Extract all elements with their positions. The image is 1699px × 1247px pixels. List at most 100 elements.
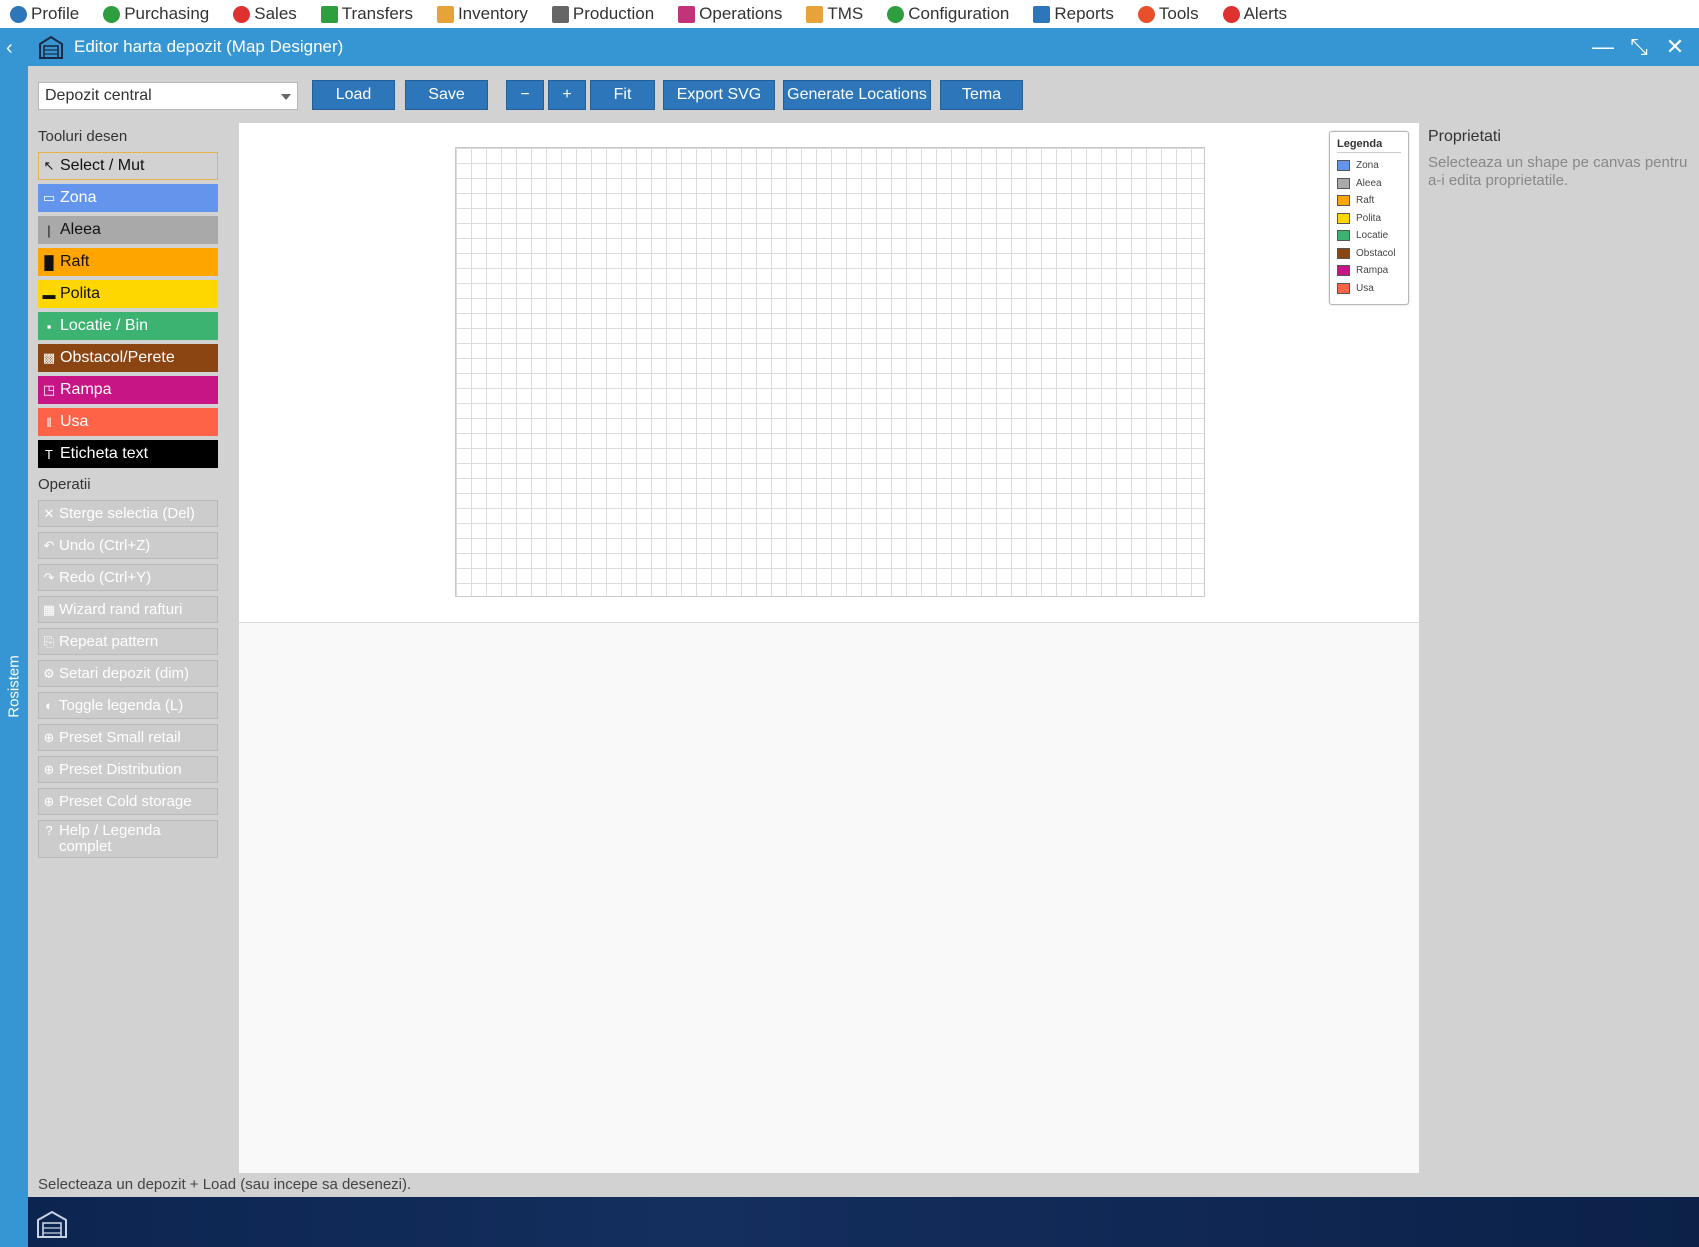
menu-item-label: TMS bbox=[827, 4, 864, 23]
tool-label: Polita bbox=[60, 285, 101, 302]
back-chevron-icon[interactable]: ‹ bbox=[6, 38, 13, 58]
export-svg-button[interactable]: Export SVG bbox=[663, 80, 775, 110]
tema-button[interactable]: Tema bbox=[940, 80, 1023, 110]
menu-item-label: Purchasing bbox=[124, 4, 210, 23]
menu-item-inventory[interactable]: Inventory bbox=[436, 4, 528, 24]
tool-locatie-bin[interactable]: ▪ Locatie / Bin bbox=[38, 312, 218, 340]
truck-icon bbox=[806, 5, 824, 23]
menu-item-label: Profile bbox=[31, 4, 80, 23]
tool-label: Aleea bbox=[60, 221, 101, 238]
legend-swatch bbox=[1337, 212, 1350, 224]
restore-button[interactable]: ⤡ bbox=[1621, 32, 1657, 62]
tool-select-mut[interactable]: ↖ Select / Mut bbox=[38, 152, 218, 180]
legend-item: Locatie bbox=[1337, 227, 1401, 245]
tool-label: Raft bbox=[60, 253, 90, 270]
legend-swatch bbox=[1337, 230, 1350, 242]
tool-obstacol-perete[interactable]: ▩ Obstacol/Perete bbox=[38, 344, 218, 372]
gear-icon bbox=[1137, 5, 1155, 23]
operation-preset-distribution-button[interactable]: ⊕ Preset Distribution bbox=[38, 756, 218, 783]
tool-rampa[interactable]: ◳ Rampa bbox=[38, 376, 218, 404]
fit-button[interactable]: Fit bbox=[590, 80, 655, 110]
window-controls: — ⤡ ✕ bbox=[1585, 32, 1693, 62]
tool-icon: T bbox=[45, 446, 53, 462]
plus-circle-icon bbox=[103, 5, 121, 23]
menu-item-sales[interactable]: Sales bbox=[233, 4, 297, 24]
operations-icon bbox=[678, 5, 696, 23]
top-menu-bar: Profile Purchasing Sales Transfers Inventory… bbox=[0, 0, 1699, 28]
operation-setari-depozit-dim-button[interactable]: ⚙ Setari depozit (dim) bbox=[38, 660, 218, 687]
tool-polita[interactable]: ▬ Polita bbox=[38, 280, 218, 308]
operation-repeat-pattern-button[interactable]: ⎘ Repeat pattern bbox=[38, 628, 218, 655]
legend-swatch bbox=[1337, 247, 1350, 259]
load-button[interactable]: Load bbox=[312, 80, 395, 110]
save-button[interactable]: Save bbox=[405, 80, 488, 110]
tool-aleea[interactable]: | Aleea bbox=[38, 216, 218, 244]
tool-eticheta-text[interactable]: T Eticheta text bbox=[38, 440, 218, 468]
window-title-bar: Editor harta depozit (Map Designer) — ⤡ … bbox=[28, 28, 1699, 66]
operation-label: Repeat pattern bbox=[59, 633, 159, 650]
tools-panel: Tooluri desen ↖ Select / Mut ▭ Zona | Aleea █ R… bbox=[38, 128, 218, 863]
minimize-button[interactable]: — bbox=[1585, 32, 1621, 62]
tool-usa[interactable]: ‖ Usa bbox=[38, 408, 218, 436]
legend-item: Zona bbox=[1337, 157, 1401, 175]
depot-select[interactable]: Depozit central bbox=[38, 82, 298, 110]
tool-icon: ▬ bbox=[42, 286, 56, 302]
menu-item-tms[interactable]: TMS bbox=[806, 4, 863, 24]
warehouse-icon[interactable] bbox=[36, 1209, 68, 1239]
operation-preset-small-retail-button[interactable]: ⊕ Preset Small retail bbox=[38, 724, 218, 751]
operation-icon: ↷ bbox=[43, 569, 55, 585]
operation-wizard-rand-rafturi-button[interactable]: ▦ Wizard rand rafturi bbox=[38, 596, 218, 623]
tool-raft[interactable]: █ Raft bbox=[38, 248, 218, 276]
operation-undo-ctrl-z-button[interactable]: ↶ Undo (Ctrl+Z) bbox=[38, 532, 218, 559]
menu-item-reports[interactable]: Reports bbox=[1033, 4, 1114, 24]
operation-label: Toggle legenda (L) bbox=[59, 697, 184, 714]
operation-preset-cold-storage-button[interactable]: ⊕ Preset Cold storage bbox=[38, 788, 218, 815]
legend-title: Legenda bbox=[1337, 138, 1401, 153]
close-button[interactable]: ✕ bbox=[1657, 32, 1693, 62]
map-canvas[interactable]: Legenda Zona Aleea Raft Polita Locatie Obstac… bbox=[239, 123, 1419, 1173]
operation-icon: ⎘ bbox=[43, 633, 55, 649]
legend-item: Rampa bbox=[1337, 262, 1401, 280]
side-strip-label[interactable]: Rosistem bbox=[6, 649, 23, 725]
zoom-out-button[interactable]: − bbox=[506, 80, 544, 110]
operation-toggle-legenda-l-button[interactable]: ◐ Toggle legenda (L) bbox=[38, 692, 218, 719]
tool-icon: ▪ bbox=[46, 318, 52, 334]
menu-item-tools[interactable]: Tools bbox=[1137, 4, 1199, 24]
taskbar bbox=[28, 1197, 1699, 1247]
operation-help-legenda-complet-button[interactable]: ? Help / Legenda complet bbox=[38, 820, 218, 858]
legend-label: Usa bbox=[1356, 282, 1374, 294]
legend-label: Zona bbox=[1356, 160, 1379, 172]
menu-item-label: Reports bbox=[1054, 4, 1114, 23]
tool-label: Select / Mut bbox=[60, 157, 145, 174]
menu-item-purchasing[interactable]: Purchasing bbox=[103, 4, 209, 24]
operation-sterge-selectia-del-button[interactable]: ✕ Sterge selectia (Del) bbox=[38, 500, 218, 527]
canvas-drawing-area[interactable]: Legenda Zona Aleea Raft Polita Locatie Obstac… bbox=[239, 123, 1419, 623]
operation-icon: ↶ bbox=[43, 537, 55, 553]
zoom-in-button[interactable]: + bbox=[548, 80, 586, 110]
map-grid[interactable] bbox=[455, 147, 1205, 597]
operation-icon: ✕ bbox=[43, 505, 55, 521]
legend-swatch bbox=[1337, 177, 1350, 189]
operation-redo-ctrl-y-button[interactable]: ↷ Redo (Ctrl+Y) bbox=[38, 564, 218, 591]
menu-item-transfers[interactable]: Transfers bbox=[320, 4, 413, 24]
operation-label: Sterge selectia (Del) bbox=[59, 505, 195, 522]
legend-label: Polita bbox=[1356, 212, 1382, 224]
menu-item-alerts[interactable]: Alerts bbox=[1222, 4, 1287, 24]
menu-item-production[interactable]: Production bbox=[551, 4, 654, 24]
legend-list: Zona Aleea Raft Polita Locatie Obstacol Rampa U… bbox=[1337, 157, 1401, 297]
operation-label: Setari depozit (dim) bbox=[59, 665, 190, 682]
operation-icon: ? bbox=[45, 823, 53, 838]
operation-label: Preset Distribution bbox=[59, 761, 182, 778]
warehouse-icon bbox=[39, 35, 63, 59]
generate-locations-button[interactable]: Generate Locations bbox=[783, 80, 931, 110]
menu-item-operations[interactable]: Operations bbox=[678, 4, 782, 24]
menu-item-configuration[interactable]: Configuration bbox=[887, 4, 1009, 24]
operations-heading: Operatii bbox=[38, 476, 91, 493]
tool-zona[interactable]: ▭ Zona bbox=[38, 184, 218, 212]
menu-item-profile[interactable]: Profile bbox=[10, 4, 79, 24]
operation-icon: ◐ bbox=[45, 698, 53, 713]
operation-icon: ⊕ bbox=[43, 761, 55, 777]
tool-icon: ‖ bbox=[46, 414, 52, 430]
legend-label: Raft bbox=[1356, 195, 1375, 207]
tool-icon: ◳ bbox=[42, 382, 56, 397]
